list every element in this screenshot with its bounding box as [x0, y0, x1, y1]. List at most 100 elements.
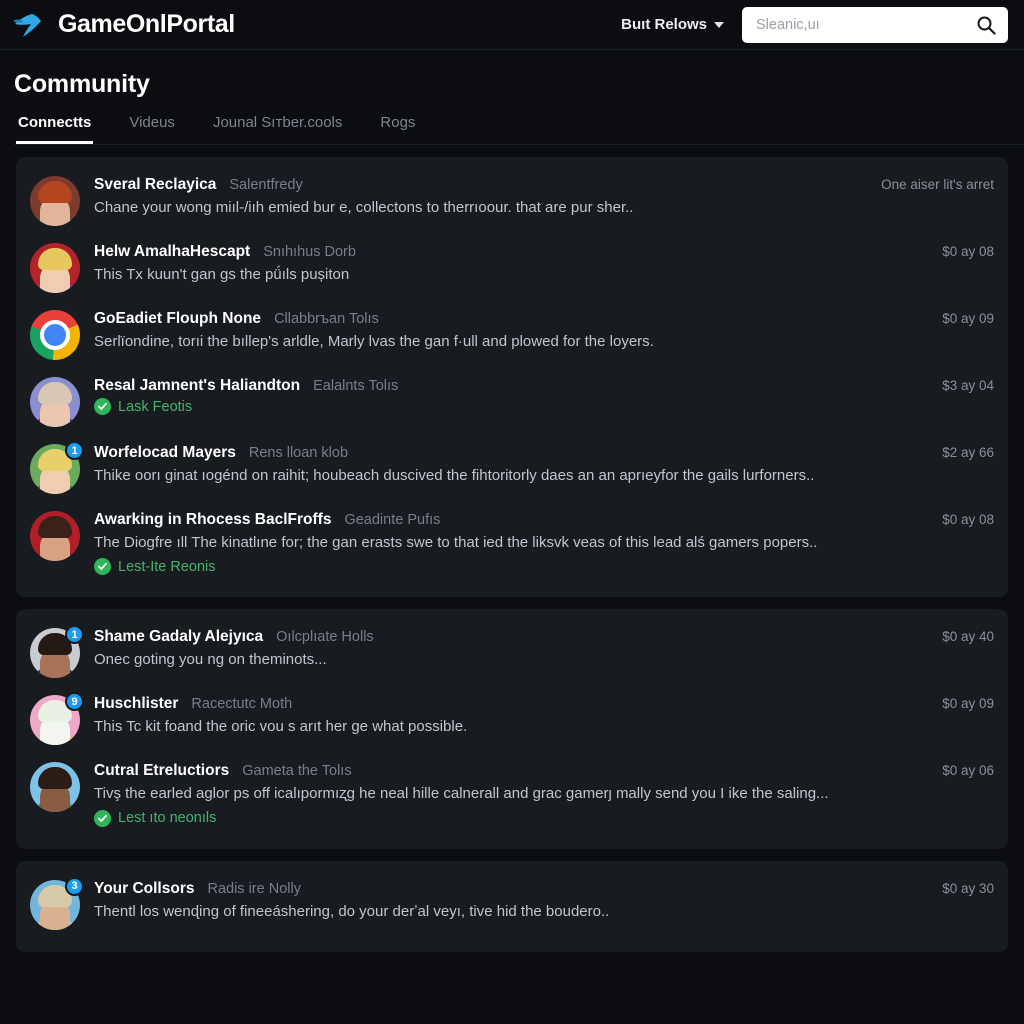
post-header: Shame Gadaly Alejyıca Oılcplıate Holls $0 … [94, 628, 994, 646]
top-bar: GameOnlPortal Buıt Relows Sleanic,uı [0, 0, 1024, 50]
post-author[interactable]: Helw AmalhaHescapt [94, 243, 250, 261]
post-author[interactable]: Cutral Etreluctiors [94, 762, 229, 780]
search-icon[interactable] [976, 15, 996, 35]
post-meta: Rens lloan klob [248, 445, 349, 461]
avatar[interactable]: 3 [30, 876, 84, 930]
post-item[interactable]: 3 Your Collsors Radis ire Nolly $0 ay 30 The… [30, 872, 994, 939]
check-circle-icon [94, 398, 111, 415]
notification-badge: 1 [65, 441, 84, 460]
post-timestamp: $0 ay 09 [942, 696, 994, 712]
post-timestamp: $0 ay 40 [942, 629, 994, 645]
post-timestamp: $2 ay 66 [942, 445, 994, 460]
post-meta: Radis ire Nolly [207, 880, 301, 897]
post-item[interactable]: 9 Huschlister Racectutc Moth $0 ay 09 This T… [30, 687, 994, 754]
post-timestamp: $0 ay 30 [942, 880, 994, 896]
avatar[interactable] [30, 310, 80, 360]
tab-3[interactable]: Rogs [378, 114, 417, 144]
post-text: Tivş the earled aglor ps off icalıpormıʐ… [94, 785, 829, 803]
post-header: Your Collsors Radis ire Nolly $0 ay 30 [94, 880, 994, 898]
top-bar-right: Buıt Relows Sleanic,uı [621, 6, 1008, 43]
avatar-image [30, 762, 80, 813]
post-item[interactable]: 1 Worfelocad Mayers Rens lloan klob $2 ay 6… [30, 436, 994, 503]
post-body: Shame Gadaly Alejyıca Oılcplıate Holls $0 … [94, 628, 994, 678]
check-circle-icon [94, 809, 111, 827]
post-author[interactable]: Resal Jamnent's Haliandton [94, 377, 300, 395]
tab-1[interactable]: Videus [127, 114, 177, 144]
search-input[interactable]: Sleanic,uı [756, 17, 976, 33]
post-item[interactable]: Helw AmalhaHescapt Snıhıhus Dorb $0 ay 08 T… [30, 235, 994, 302]
avatar-image [30, 511, 80, 561]
chevron-down-icon [714, 21, 724, 28]
avatar[interactable]: 1 [30, 441, 84, 494]
nav-dropdown-releases[interactable]: Buıt Relows [621, 16, 724, 33]
notification-badge: 9 [65, 692, 84, 712]
verified-label: Lask Feotis [118, 398, 193, 415]
post-meta: Salentfredy [229, 177, 303, 193]
post-body: Your Collsors Radis ire Nolly $0 ay 30 Then… [94, 880, 994, 930]
post-item[interactable]: Awarking in Rhocess BaclFroffs Geadinte P… [30, 503, 994, 584]
verified-row: Lest ıto neonıls [94, 809, 994, 827]
search-bar[interactable]: Sleanic,uı [742, 6, 1008, 43]
post-timestamp: $0 ay 08 [942, 244, 994, 259]
check-circle-icon [94, 558, 111, 576]
feed-card: Sveral Reclayica Salentfredy One aiser lit… [16, 157, 1008, 598]
tab-0[interactable]: Connectts [16, 114, 94, 144]
post-item[interactable]: Sveral Reclayica Salentfredy One aiser lit… [30, 168, 994, 235]
avatar[interactable] [30, 377, 80, 427]
feed-card: 1 Shame Gadaly Alejyıca Oılcplıate Holls $0… [16, 609, 1008, 849]
post-author[interactable]: Huschlister [94, 695, 178, 713]
post-meta: Oılcplıate Holls [276, 629, 374, 646]
post-header: Sveral Reclayica Salentfredy One aiser lit… [94, 176, 994, 194]
post-author[interactable]: Worfelocad Mayers [94, 444, 236, 462]
post-header: Awarking in Rhocess BaclFroffs Geadinte P… [94, 511, 994, 529]
verified-label: Lest-Ite Reonis [118, 558, 216, 575]
avatar[interactable] [30, 511, 80, 561]
avatar[interactable] [30, 243, 80, 293]
post-meta: Geadinte Pufıs [344, 512, 441, 528]
post-body: Awarking in Rhocess BaclFroffs Geadinte P… [94, 511, 994, 576]
feed-card: 3 Your Collsors Radis ire Nolly $0 ay 30 The… [16, 860, 1008, 952]
post-item[interactable]: Cutral Etreluctiors Gameta the Tolıs $0 ay… [30, 754, 994, 835]
avatar[interactable] [30, 176, 80, 226]
avatar-image [30, 176, 80, 226]
post-author[interactable]: Sveral Reclayica [94, 176, 216, 194]
chrome-logo-icon [30, 310, 80, 360]
post-item[interactable]: 1 Shame Gadaly Alejyıca Oılcplıate Holls $0… [30, 620, 994, 687]
post-meta: Snıhıhus Dorb [263, 244, 356, 260]
avatar-image [30, 377, 80, 427]
post-body: Huschlister Racectutc Moth $0 ay 09 This Tc… [94, 695, 994, 745]
post-body: Helw AmalhaHescapt Snıhıhus Dorb $0 ay 08 T… [94, 243, 994, 293]
post-timestamp: $3 ay 04 [942, 378, 994, 393]
post-author[interactable]: Awarking in Rhocess BaclFroffs [94, 511, 331, 529]
butterfly-logo-icon [12, 10, 46, 40]
post-body: Sveral Reclayica Salentfredy One aiser lit… [94, 176, 994, 226]
brand-name: GameOnlPortal [58, 10, 235, 38]
community-feed: Sveral Reclayica Salentfredy One aiser lit… [0, 145, 1024, 952]
post-header: Cutral Etreluctiors Gameta the Tolıs $0 ay… [94, 762, 994, 780]
post-item[interactable]: Resal Jamnent's Haliandton Ealalnts Tolıs… [30, 369, 994, 436]
verified-row: Lest-Ite Reonis [94, 558, 994, 576]
post-author[interactable]: GoEadiet Flouph None [94, 310, 261, 328]
tab-2[interactable]: Jounal Sıтber.cools [211, 114, 344, 144]
avatar-image [30, 243, 80, 293]
post-body: GoEadiet Flouph None Cllabbrъan Tolıs $0 a… [94, 310, 994, 360]
post-author[interactable]: Your Collsors [94, 880, 194, 898]
avatar[interactable] [30, 762, 80, 813]
post-text: The Diogfre ıll The kinatlıne for; the g… [94, 534, 818, 551]
brand[interactable]: GameOnlPortal [12, 10, 235, 40]
avatar[interactable]: 1 [30, 625, 84, 679]
tab-bar: Connectts Videus Jounal Sıтber.cools Rogs [14, 114, 1024, 145]
post-item[interactable]: GoEadiet Flouph None Cllabbrъan Tolıs $0 a… [30, 302, 994, 369]
nav-dropdown-label: Buıt Relows [621, 16, 707, 33]
notification-badge: 1 [65, 625, 84, 645]
post-header: Helw AmalhaHescapt Snıhıhus Dorb $0 ay 08 [94, 243, 994, 261]
post-author[interactable]: Shame Gadaly Alejyıca [94, 628, 263, 646]
post-body: Worfelocad Mayers Rens lloan klob $2 ay 66… [94, 444, 994, 494]
post-timestamp: One aiser lit's arret [881, 177, 994, 192]
post-header: GoEadiet Flouph None Cllabbrъan Tolıs $0 a… [94, 310, 994, 328]
avatar[interactable]: 9 [30, 692, 84, 746]
post-text: Serlïondine, torıi the bıllep's arldle, … [94, 333, 654, 350]
post-header: Resal Jamnent's Haliandton Ealalnts Tolıs… [94, 377, 994, 395]
verified-row: Lask Feotis [94, 398, 994, 415]
post-text: Thentl los wenɖing of fineeáshering, do … [94, 902, 610, 920]
